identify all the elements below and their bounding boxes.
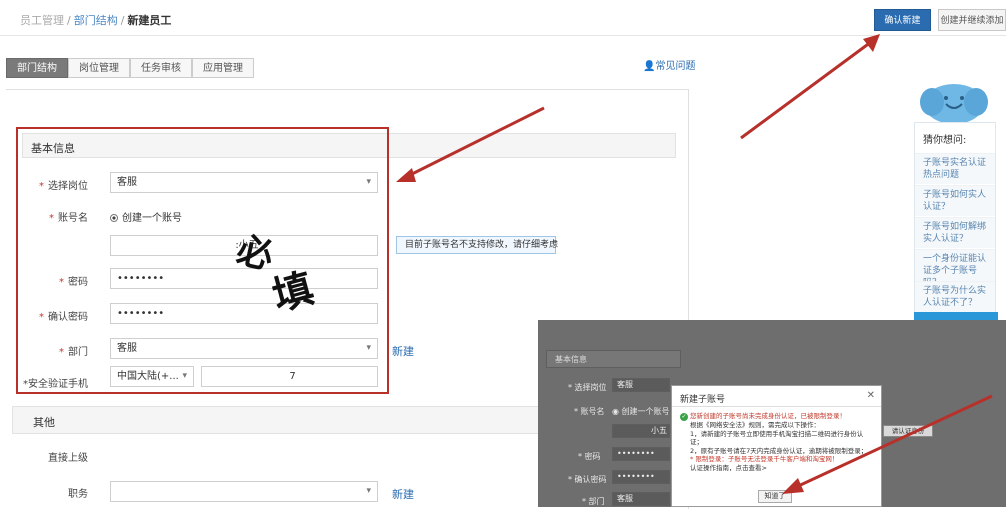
inset-account-label: * 账号名 (574, 407, 605, 416)
tab-position-mgmt[interactable]: 岗位管理 (68, 58, 130, 78)
arrow-to-form (396, 106, 545, 182)
elephant-mascot-icon (920, 84, 988, 124)
arrow-to-confirm (740, 34, 880, 140)
faq-item[interactable]: 子账号如何实人认证？ (915, 185, 995, 216)
stamp-char-1: 必 (233, 230, 277, 278)
breadcrumb-employee-mgmt[interactable]: 员工管理 (20, 14, 64, 27)
inset-password-label: * 密码 (578, 452, 601, 461)
sidebar-accent-bar (914, 312, 998, 320)
tab-app-mgmt[interactable]: 应用管理 (192, 58, 254, 78)
inset-confirm-field: •••••••• (612, 470, 670, 484)
breadcrumb-separator: / (120, 14, 125, 27)
duty-new-link[interactable]: 新建 (392, 486, 414, 502)
arrow-to-dialog-button (782, 394, 993, 494)
breadcrumb-current: 新建员工 (127, 14, 172, 27)
breadcrumb-dept-structure[interactable]: 部门结构 (74, 14, 118, 27)
faq-item[interactable]: 子账号为什么实人认证不了？ (915, 281, 995, 312)
stamp-char-2: 填 (268, 265, 319, 314)
section-other-title: 其他 (33, 416, 55, 429)
highlight-box (16, 127, 389, 394)
inset-account-radio: ◉ 创建一个账号 (612, 407, 670, 416)
inset-account-field: 小五 (612, 424, 670, 438)
tab-bar: 部门结构 岗位管理 任务审核 应用管理 (6, 58, 254, 78)
inset-section-head: 基本信息 (546, 350, 681, 368)
tab-dept-structure[interactable]: 部门结构 (6, 58, 68, 78)
inset-position-label: * 选择岗位 (568, 383, 607, 392)
chevron-down-icon: ▾ (366, 486, 371, 496)
faq-icon: 👤 (643, 61, 656, 72)
inset-password-field: •••••••• (612, 447, 670, 461)
faq-label: 常见问题 (655, 61, 696, 72)
faq-sidebar: 猜你想问: 子账号实名认证热点问题 子账号如何实人认证？ 子账号如何解绑实人认证… (914, 122, 996, 318)
check-icon: ✓ (680, 413, 688, 421)
duty-label: 职务 (68, 489, 88, 500)
duty-select[interactable]: ▾ (110, 481, 378, 502)
faq-item[interactable]: 子账号实名认证热点问题 (915, 153, 995, 184)
faq-item[interactable]: 子账号如何解绑实人认证？ (915, 217, 995, 248)
account-hint-tooltip: 目前子账号名不支持修改，请仔细考虑 (396, 236, 558, 254)
faq-sidebar-heading: 猜你想问: (923, 135, 967, 146)
dialog-title: 新建子账号 (680, 395, 726, 405)
tab-task-review[interactable]: 任务审核 (130, 58, 192, 78)
inset-dept-field: 客服 (612, 492, 670, 506)
dept-new-link[interactable]: 新建 (392, 343, 414, 359)
superior-label: 直接上级 (48, 453, 88, 464)
inset-position-field: 客服 (612, 378, 670, 392)
inset-confirm-label: * 确认密码 (568, 475, 607, 484)
create-and-continue-button[interactable]: 创建并继续添加 (938, 9, 1006, 31)
faq-link[interactable]: 👤常见问题 (643, 57, 695, 72)
breadcrumb-separator: / (67, 14, 71, 27)
breadcrumb: 员工管理 / 部门结构 / 新建员工 (20, 12, 171, 28)
inset-dept-label: * 部门 (582, 497, 605, 506)
required-stamp: 必 填 (233, 230, 319, 314)
